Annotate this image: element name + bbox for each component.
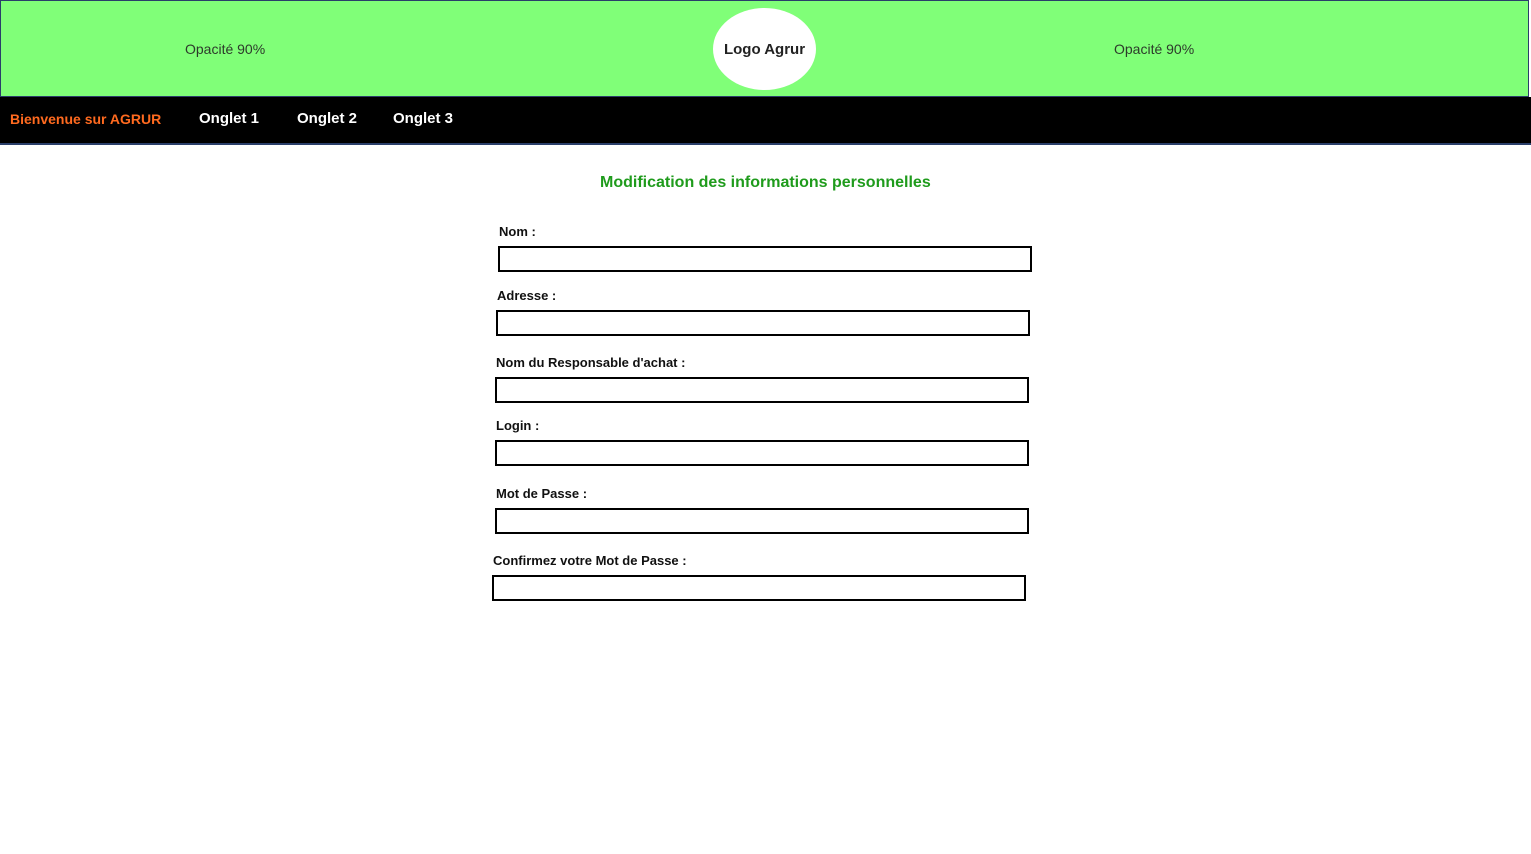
nom-label: Nom : [499,224,536,239]
confirm-mot-de-passe-input[interactable] [492,575,1026,601]
responsable-achat-input[interactable] [495,377,1029,403]
navigation-bar: Bienvenue sur AGRUR Onglet 1 Onglet 2 On… [0,97,1531,145]
opacity-label-left: Opacité 90% [185,41,266,57]
confirm-mot-de-passe-label: Confirmez votre Mot de Passe : [493,553,687,568]
page-title: Modification des informations personnell… [600,174,931,191]
responsable-achat-label: Nom du Responsable d'achat : [496,355,686,370]
header-banner: Opacité 90% Logo Agrur Opacité 90% [0,0,1529,98]
logo[interactable]: Logo Agrur [713,8,816,90]
adresse-input[interactable] [496,310,1030,336]
mot-de-passe-label: Mot de Passe : [496,486,588,501]
login-label: Login : [496,418,540,433]
nom-input[interactable] [498,246,1032,272]
tab-onglet-3[interactable]: Onglet 3 [393,110,453,127]
welcome-text: Bienvenue sur AGRUR [10,111,162,127]
tab-onglet-2[interactable]: Onglet 2 [297,110,357,127]
adresse-label: Adresse : [497,288,557,303]
opacity-label-right: Opacité 90% [1114,41,1195,57]
login-input[interactable] [495,440,1029,466]
tab-onglet-1[interactable]: Onglet 1 [199,110,259,127]
mot-de-passe-input[interactable] [495,508,1029,534]
